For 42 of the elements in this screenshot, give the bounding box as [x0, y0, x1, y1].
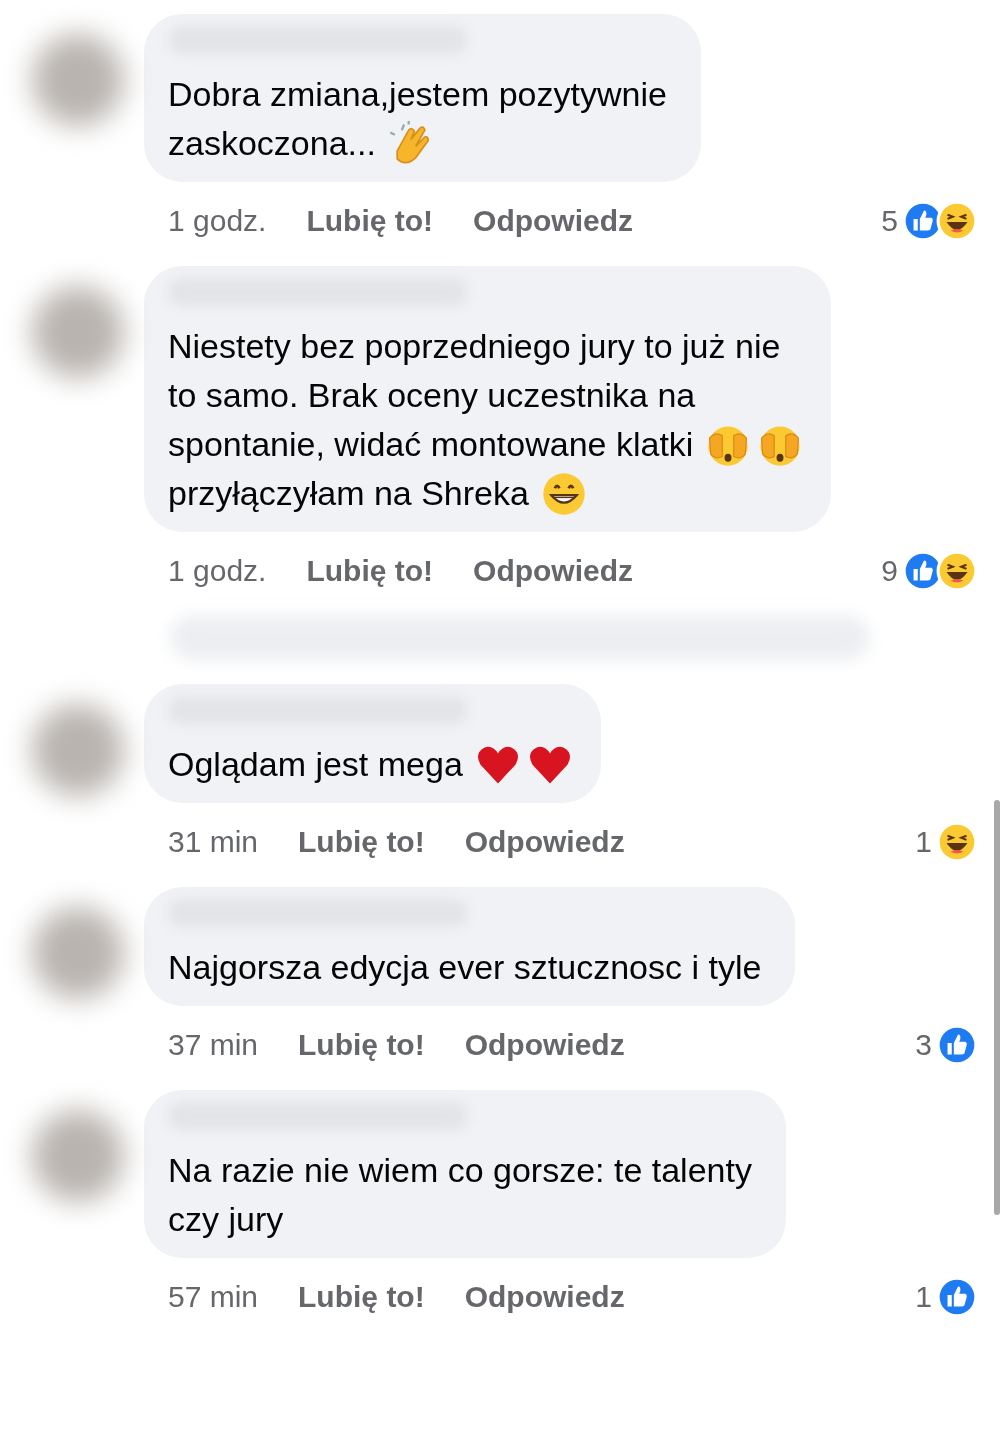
like-link[interactable]: Lubię to! — [298, 1280, 425, 1314]
comment-text: przyłączyłam na Shreka — [168, 473, 529, 514]
grinning-face-icon — [540, 470, 587, 517]
reaction-count: 3 — [915, 1028, 932, 1062]
reply-link[interactable]: Odpowiedz — [473, 554, 634, 588]
comment-text: to samo. Brak oceny uczestnika na — [168, 375, 696, 416]
avatar[interactable] — [32, 704, 124, 796]
comment-text: Dobra zmiana,jestem pozytywnie — [168, 74, 667, 115]
avatar[interactable] — [32, 34, 124, 126]
avatar[interactable] — [32, 907, 124, 999]
reply-link[interactable]: Odpowiedz — [464, 1280, 625, 1314]
reply-link[interactable]: Odpowiedz — [473, 204, 634, 238]
laughing-face-icon — [936, 550, 978, 592]
comment-time: 1 godz. — [168, 554, 267, 588]
laughing-face-icon — [936, 200, 978, 242]
comment-text: czy jury — [168, 1199, 284, 1240]
reaction-count: 1 — [915, 1280, 932, 1314]
reply-link[interactable]: Odpowiedz — [464, 1028, 625, 1062]
comment-time: 57 min — [168, 1280, 259, 1314]
comment-text: spontanie, widać montowane klatki — [168, 424, 694, 465]
reaction-count: 5 — [881, 204, 898, 238]
like-icon — [936, 1024, 978, 1066]
comment-text: zaskoczona... — [168, 123, 376, 164]
scrollbar[interactable] — [994, 800, 1000, 1215]
reaction-count: 1 — [915, 825, 932, 859]
avatar[interactable] — [32, 1110, 124, 1202]
comment-text: Oglądam jest mega — [168, 744, 463, 785]
like-link[interactable]: Lubię to! — [306, 554, 434, 588]
comment-text: Niestety bez poprzedniego jury to już nie — [168, 326, 781, 367]
reply-link[interactable]: Odpowiedz — [464, 825, 625, 859]
comment-time: 37 min — [168, 1028, 259, 1062]
reaction-count: 9 — [881, 554, 898, 588]
avatar[interactable] — [32, 286, 124, 378]
like-icon — [936, 1276, 978, 1318]
laughing-face-icon — [936, 821, 978, 863]
like-link[interactable]: Lubię to! — [298, 825, 425, 859]
comment-time: 1 godz. — [168, 204, 267, 238]
comment-time: 31 min — [168, 825, 259, 859]
comment-text: Na razie nie wiem co gorsze: te talenty — [168, 1150, 752, 1191]
like-link[interactable]: Lubię to! — [298, 1028, 425, 1062]
like-link[interactable]: Lubię to! — [306, 204, 434, 238]
comment-text: Najgorsza edycja ever sztucznosc i tyle — [168, 947, 762, 988]
